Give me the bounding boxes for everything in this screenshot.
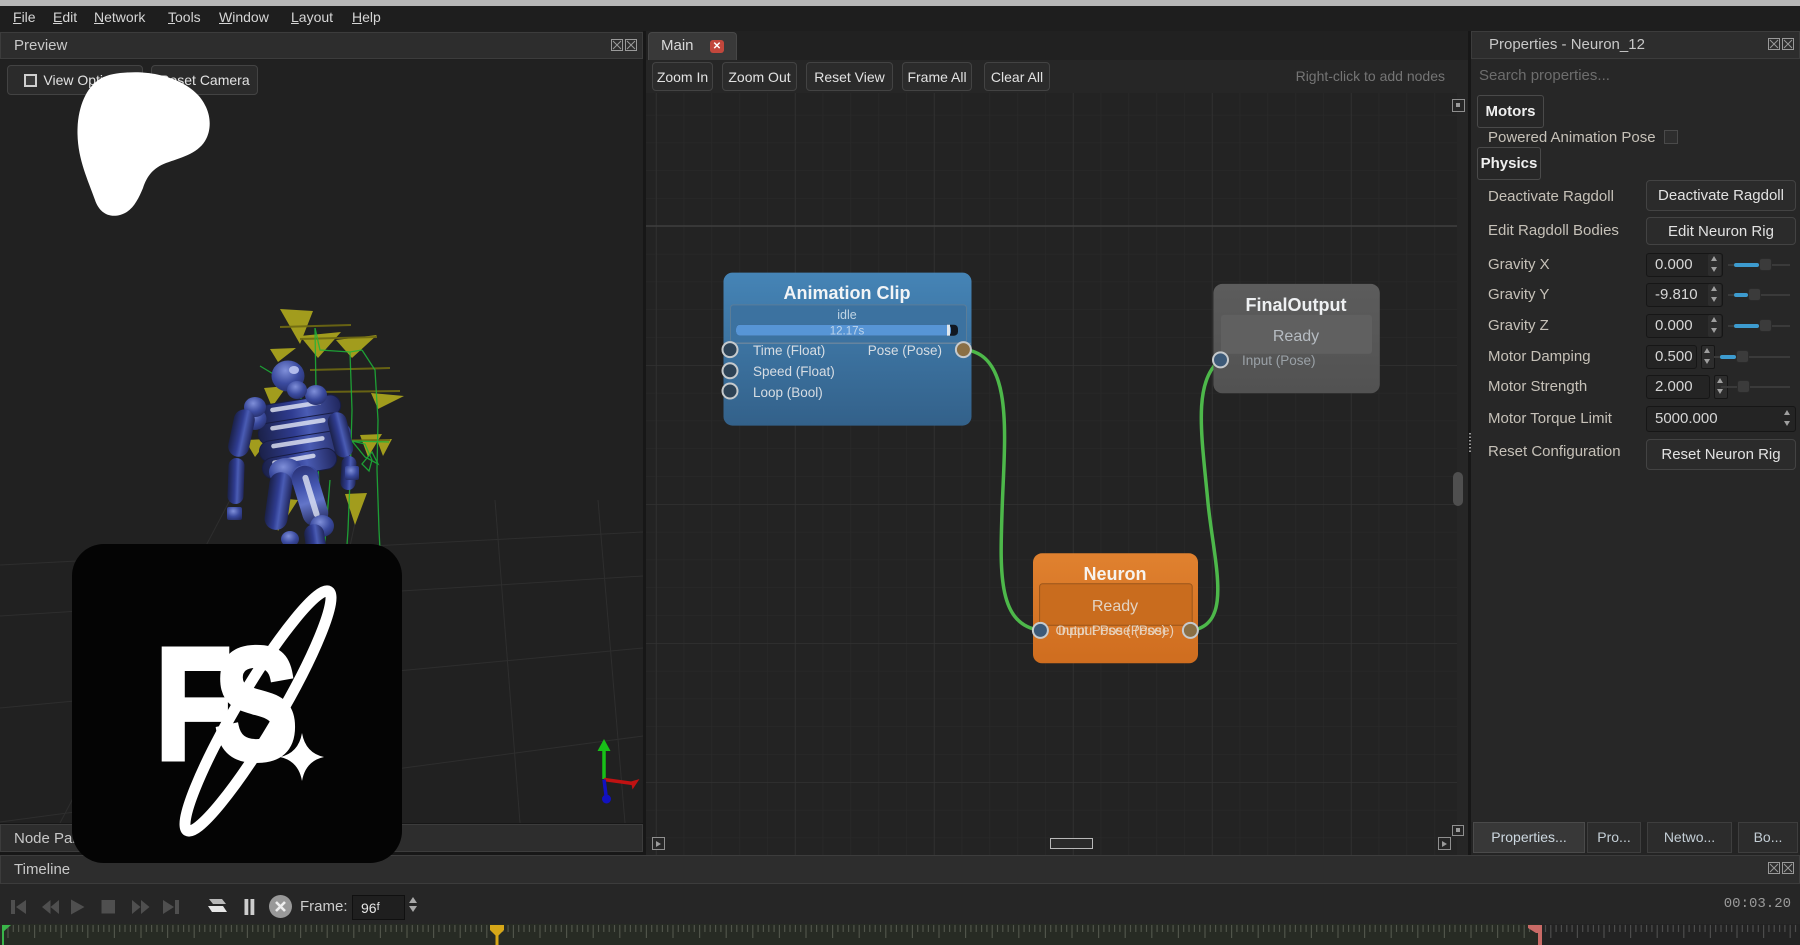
svg-text:FS: FS xyxy=(156,616,293,791)
svg-text:Loop (Bool): Loop (Bool) xyxy=(753,385,823,400)
svg-text:Speed (Float): Speed (Float) xyxy=(753,364,835,379)
svg-text:Time (Float): Time (Float) xyxy=(753,343,825,358)
svg-text:Pose (Pose): Pose (Pose) xyxy=(868,343,942,358)
svg-text:Input (Pose): Input (Pose) xyxy=(1242,353,1316,368)
svg-text:Animation Clip: Animation Clip xyxy=(784,283,911,303)
svg-text:FinalOutput: FinalOutput xyxy=(1246,295,1347,315)
svg-text:idle: idle xyxy=(837,308,857,322)
svg-text:Output Pose (Pose): Output Pose (Pose) xyxy=(1055,623,1174,638)
svg-text:Ready: Ready xyxy=(1273,328,1319,345)
svg-text:Ready: Ready xyxy=(1092,598,1138,615)
svg-text:Neuron: Neuron xyxy=(1084,564,1147,584)
svg-text:12.17s: 12.17s xyxy=(830,326,865,338)
